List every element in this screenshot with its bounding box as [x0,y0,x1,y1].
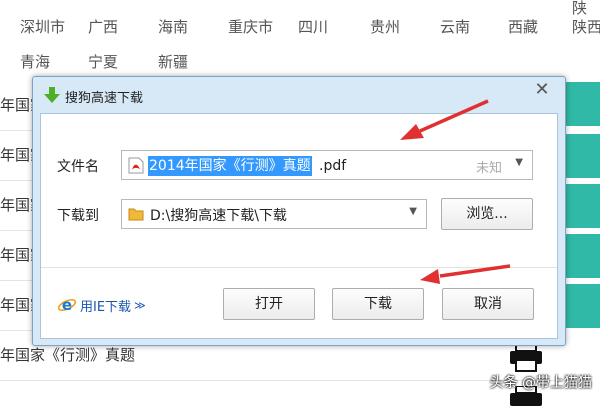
dialog-body: 文件名 2014年国家《行测》真题 .pdf 未知 ▼ 下载到 D:\搜狗高速下… [40,113,558,339]
filename-label: 文件名 [57,159,99,175]
file-size: 未知 [475,161,502,176]
download-side-button[interactable] [564,134,600,178]
download-button[interactable]: 下载 [332,288,424,320]
watermark: 头条 @带上猫猫 [489,375,592,391]
ie-download-label[interactable]: 用IE下载 [80,296,131,315]
download-dialog: 搜狗高速下载 ✕ 文件名 2014年国家《行测》真题 .pdf 未知 ▼ 下载到… [32,76,566,346]
save-path-text: D:\搜狗高速下载\下载 [150,208,287,224]
close-button[interactable]: ✕ [529,80,555,102]
chevron-down-icon[interactable]: ▼ [515,157,523,168]
filename-selected-text[interactable]: 2014年国家《行测》真题 [148,156,312,176]
pdf-icon [128,157,144,174]
divider [41,267,557,268]
region-item[interactable]: 陕西 [572,16,600,37]
region-item[interactable]: 深圳市 [20,16,65,37]
region-item[interactable]: 宁夏 [88,51,118,72]
list-item-title[interactable]: 年国家《行测》真题 [0,344,135,365]
double-chevron-icon[interactable]: ≫ [134,299,146,312]
save-path-select[interactable]: D:\搜狗高速下载\下载 ▼ [121,199,427,229]
cancel-button[interactable]: 取消 [442,288,534,320]
region-item[interactable]: 广西 [88,16,118,37]
region-item[interactable]: 重庆市 [228,16,273,37]
region-item[interactable]: 云南 [440,16,470,37]
browse-button[interactable]: 浏览... [441,198,533,230]
open-button[interactable]: 打开 [223,288,315,320]
close-icon: ✕ [534,79,550,100]
save-to-label: 下载到 [57,208,99,224]
ie-download-link[interactable]: e 用IE下载 ≫ [57,295,146,315]
svg-text:e: e [62,296,72,314]
folder-icon [128,208,144,221]
region-item[interactable]: 四川 [298,16,328,37]
dialog-titlebar[interactable]: 搜狗高速下载 ✕ [33,77,565,113]
region-item[interactable]: 新疆 [158,51,188,72]
filename-field[interactable]: 2014年国家《行测》真题 .pdf 未知 ▼ [121,150,533,180]
download-side-button[interactable] [564,234,600,278]
ie-icon: e [57,296,77,314]
region-item[interactable]: 青海 [20,51,50,72]
region-item[interactable]: 海南 [158,16,188,37]
region-item[interactable]: 贵州 [370,16,400,37]
dialog-title: 搜狗高速下载 [65,91,144,106]
printer-icon[interactable] [508,344,544,372]
download-side-button[interactable] [564,284,600,328]
download-arrow-icon [44,87,60,103]
download-side-button[interactable] [564,184,600,228]
chevron-down-icon[interactable]: ▼ [409,206,417,217]
filename-extension[interactable]: .pdf [319,156,346,176]
download-side-button[interactable] [564,82,600,126]
region-item[interactable]: 西藏 [508,16,538,37]
